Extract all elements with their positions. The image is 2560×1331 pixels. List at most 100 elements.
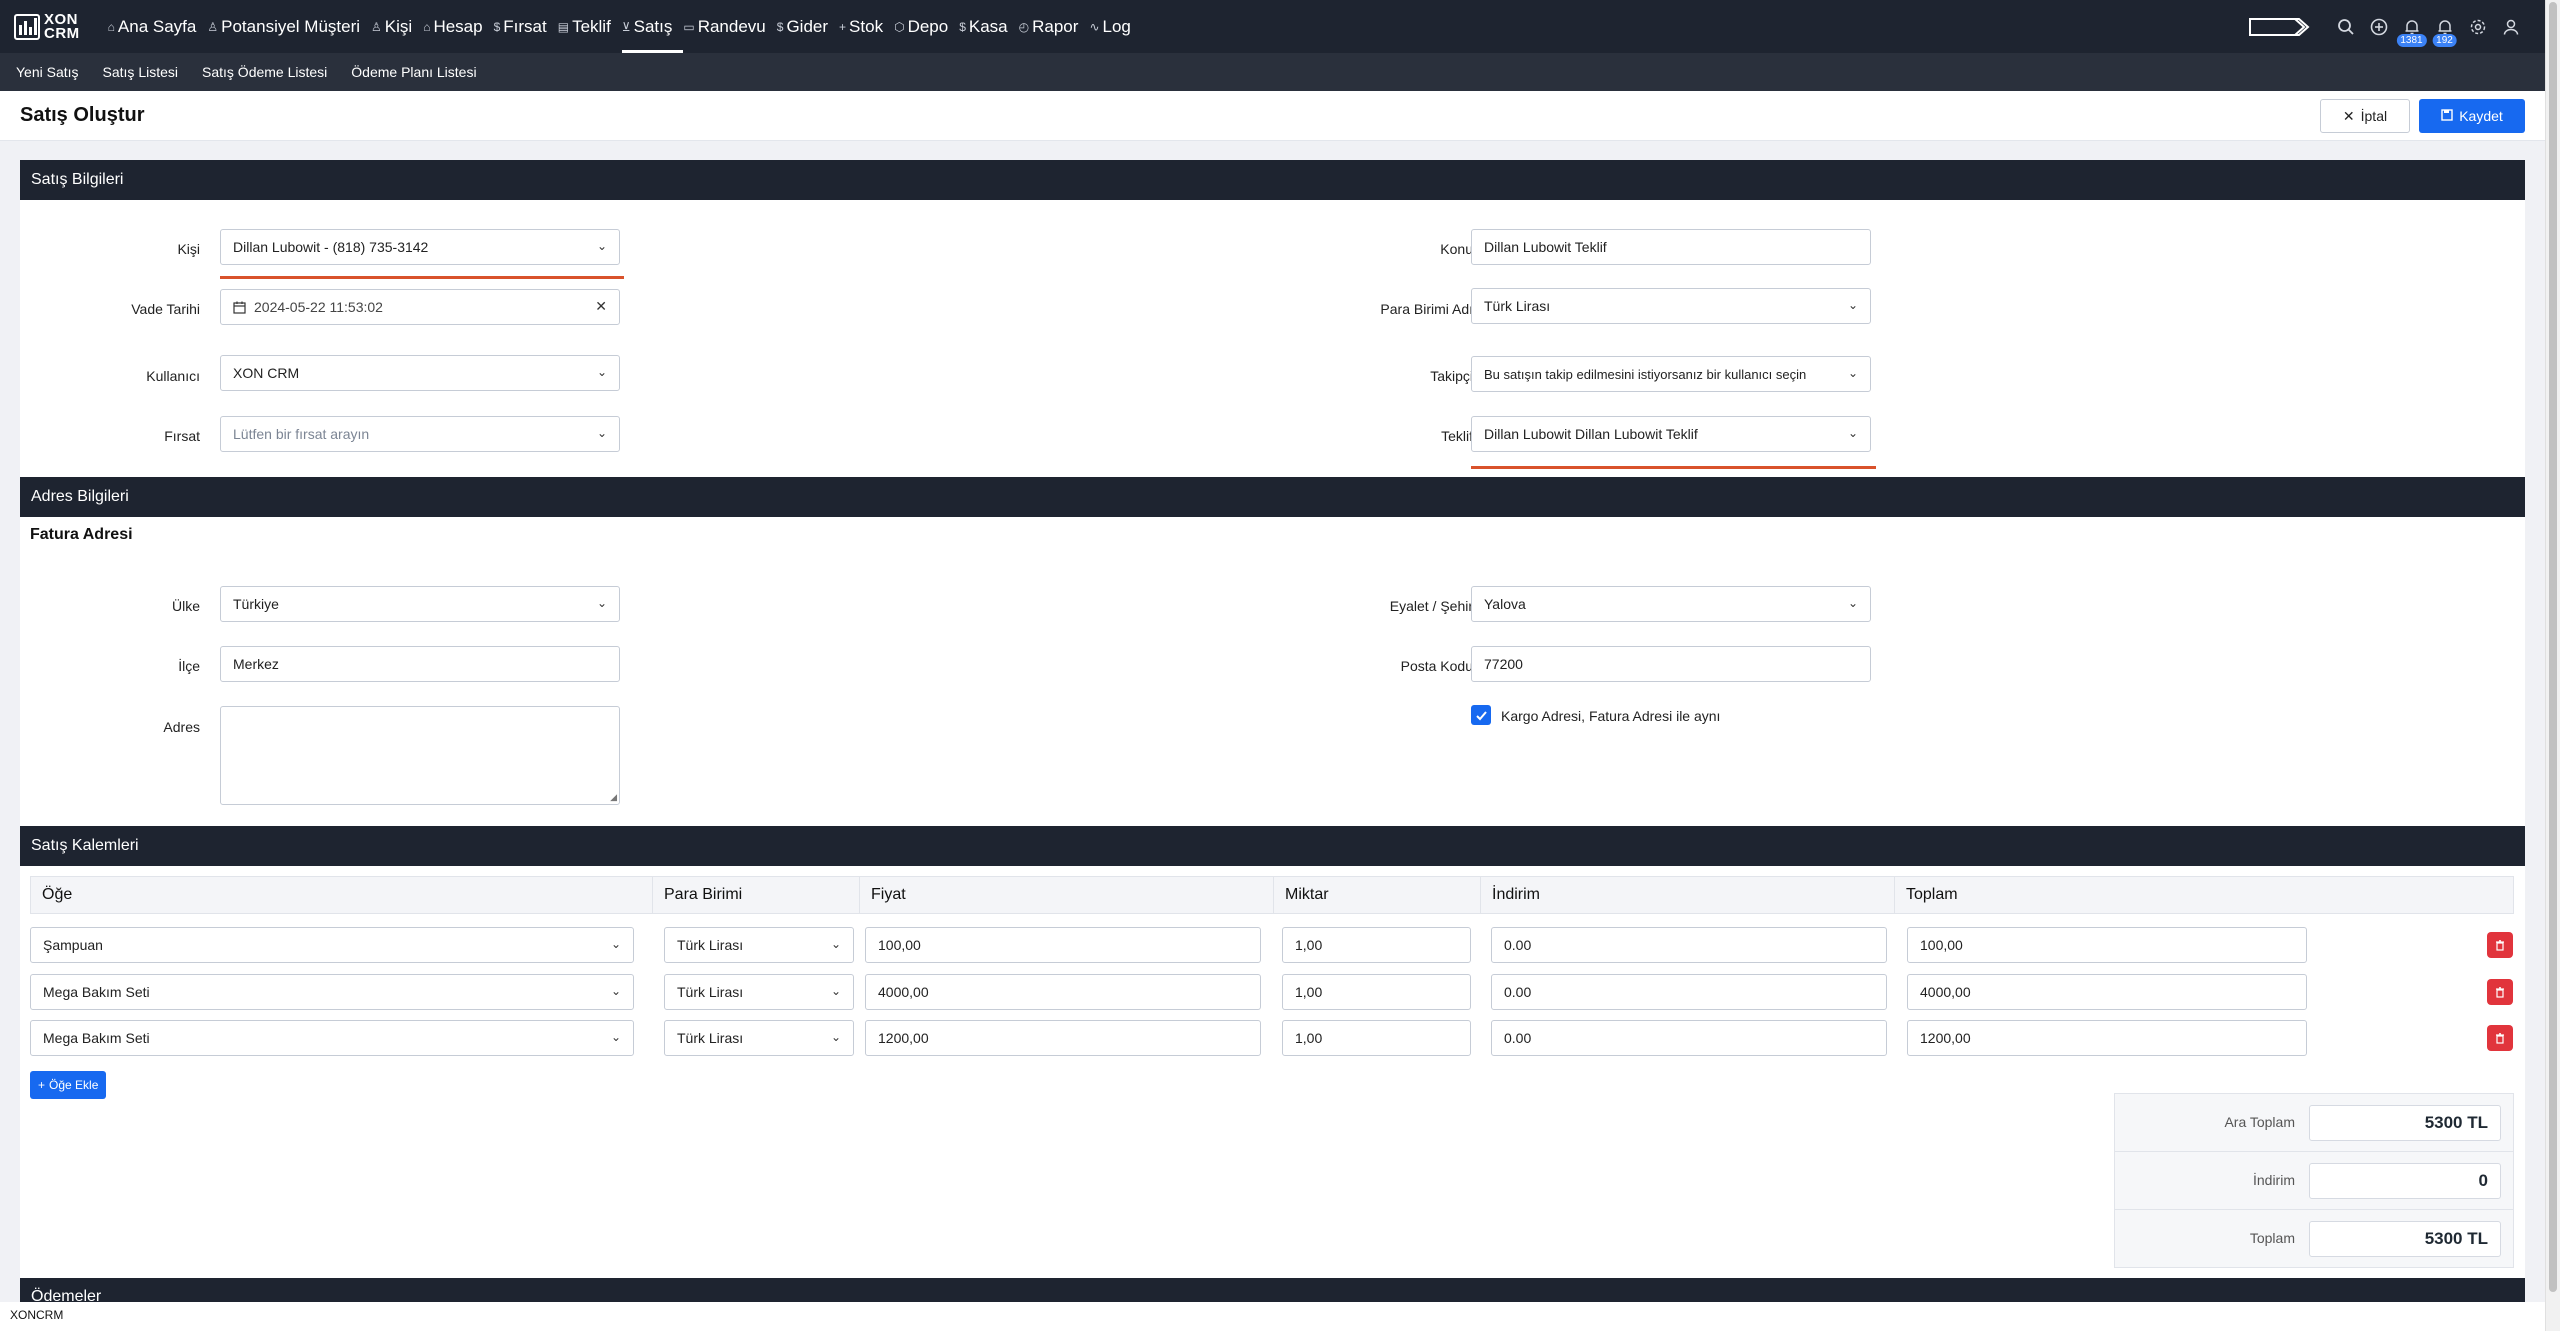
nav-item-opportunity[interactable]: $ Fırsat	[494, 0, 558, 53]
subnav-sale-payment-list[interactable]: Satış Ödeme Listesi	[202, 64, 327, 80]
nav-item-home[interactable]: ⌂ Ana Sayfa	[108, 0, 208, 53]
quantity-input[interactable]: 1,00	[1282, 927, 1471, 963]
price-input-value: 4000,00	[878, 984, 929, 1000]
add-item-button[interactable]: + Öğe Ekle	[30, 1071, 107, 1099]
quantity-input-value: 1,00	[1295, 984, 1323, 1000]
user-profile-icon[interactable]	[2494, 12, 2527, 42]
totals-box: Ara Toplam 5300 TL İndirim 0 Toplam 5300…	[2114, 1093, 2514, 1268]
nav-item-log[interactable]: ∿ Log	[1089, 0, 1141, 53]
nav-item-label: Teklif	[572, 16, 611, 36]
total-input[interactable]: 1200,00	[1907, 1020, 2307, 1056]
item-select[interactable]: Mega Bakım Seti ⌄	[30, 974, 634, 1010]
nav-item-appointment[interactable]: ▭ Randevu	[683, 0, 776, 53]
subtotal-label: Ara Toplam	[2224, 1114, 2295, 1130]
subnav-new-sale[interactable]: Yeni Satış	[16, 64, 79, 80]
nav-item-expense[interactable]: $ Gider	[777, 0, 839, 53]
delete-row-button[interactable]	[2487, 932, 2513, 958]
discount-input[interactable]: 0.00	[1491, 974, 1887, 1010]
quantity-input[interactable]: 1,00	[1282, 974, 1471, 1010]
page-scrollbar[interactable]	[2545, 0, 2560, 1331]
discount-input[interactable]: 0.00	[1491, 1020, 1887, 1056]
vade-date-field[interactable]: 2024-05-22 11:53:02 ✕	[220, 289, 620, 325]
adres-textarea[interactable]: ◢	[220, 706, 620, 805]
subnav-sale-list[interactable]: Satış Listesi	[103, 64, 178, 80]
total-input[interactable]: 100,00	[1907, 927, 2307, 963]
discount-input[interactable]: 0.00	[1491, 927, 1887, 963]
log-icon: ∿	[1089, 19, 1100, 34]
kisi-select-value: Dillan Lubowit - (818) 735-3142	[233, 239, 429, 255]
kargo-same-checkbox[interactable]	[1471, 705, 1491, 725]
opportunity-icon: $	[493, 19, 501, 34]
kisi-select[interactable]: Dillan Lubowit - (818) 735-3142 ⌄	[220, 229, 620, 265]
col-header-currency: Para Birimi	[653, 877, 860, 913]
save-button[interactable]: Kaydet	[2419, 99, 2525, 133]
add-circle-icon[interactable]	[2362, 12, 2395, 42]
chevron-down-icon: ⌄	[596, 239, 607, 253]
vade-label: Vade Tarihi	[131, 301, 200, 317]
ulke-select[interactable]: Türkiye ⌄	[220, 586, 620, 622]
currency-select[interactable]: Türk Lirası ⌄	[664, 974, 854, 1010]
teklif-select[interactable]: Dillan Lubowit Dillan Lubowit Teklif ⌄	[1471, 416, 1871, 452]
posta-kodu-input[interactable]: 77200	[1471, 646, 1871, 682]
discount-input-value: 0.00	[1504, 984, 1532, 1000]
kargo-same-label[interactable]: Kargo Adresi, Fatura Adresi ile aynı	[1501, 708, 1720, 724]
nav-item-report[interactable]: ◴ Rapor	[1019, 0, 1090, 53]
nav-item-warehouse[interactable]: ⬡ Depo	[894, 0, 959, 53]
section-header-sales-info: Satış Bilgileri	[20, 160, 2525, 200]
firsat-select[interactable]: Lütfen bir fırsat arayın ⌄	[220, 416, 620, 452]
resize-handle-icon[interactable]: ◢	[610, 792, 617, 803]
nav-item-cashbox[interactable]: $ Kasa	[959, 0, 1018, 53]
delete-row-button[interactable]	[2487, 979, 2513, 1005]
settings-gear-icon[interactable]	[2461, 12, 2494, 42]
nav-item-sale[interactable]: ⊻ Satış	[621, 0, 684, 53]
notification-bell-icon[interactable]: 1381	[2395, 12, 2428, 47]
chevron-down-icon: ⌄	[1847, 426, 1858, 440]
kullanici-label: Kullanıcı	[146, 368, 200, 384]
section-header-items: Satış Kalemleri	[20, 826, 2525, 866]
konu-input[interactable]: Dillan Lubowit Teklif	[1471, 229, 1871, 265]
nav-item-person[interactable]: ♙ Kişi	[371, 0, 423, 53]
clear-date-icon[interactable]: ✕	[595, 298, 607, 315]
para-birimi-value: Türk Lirası	[1484, 298, 1551, 314]
eyalet-select[interactable]: Yalova ⌄	[1471, 586, 1871, 622]
discount-input-value: 0.00	[1504, 1030, 1532, 1046]
price-input[interactable]: 100,00	[865, 927, 1261, 963]
cancel-button[interactable]: ✕ İptal	[2320, 99, 2410, 133]
nav-item-label: Ana Sayfa	[117, 16, 197, 36]
scrollbar-thumb[interactable]	[2549, 2, 2557, 1292]
currency-select[interactable]: Türk Lirası ⌄	[664, 1020, 854, 1056]
ilce-input[interactable]: Merkez	[220, 646, 620, 682]
chevron-down-icon: ⌄	[610, 984, 621, 998]
nav-item-quote[interactable]: ▤ Teklif	[558, 0, 622, 53]
para-birimi-select[interactable]: Türk Lirası ⌄	[1471, 288, 1871, 324]
nav-item-stock[interactable]: + Stok	[839, 0, 894, 53]
col-header-total: Toplam	[1906, 886, 1958, 903]
nav-item-lead[interactable]: ♙ Potansiyel Müşteri	[207, 0, 371, 53]
app-logo[interactable]: XON CRM	[14, 12, 80, 41]
price-input[interactable]: 4000,00	[865, 974, 1261, 1010]
chevron-down-icon: ⌄	[596, 365, 607, 379]
col-header-quantity: Miktar	[1274, 877, 1481, 913]
discount-row: İndirim 0	[2115, 1152, 2513, 1210]
adres-label: Adres	[163, 719, 200, 735]
alert-bell-icon[interactable]: 192	[2428, 12, 2461, 47]
takipci-select-value: Bu satışın takip edilmesini istiyorsanız…	[1484, 366, 1807, 382]
takipci-select[interactable]: Bu satışın takip edilmesini istiyorsanız…	[1471, 356, 1871, 392]
subnav-payment-plan-list[interactable]: Ödeme Planı Listesi	[351, 64, 476, 80]
item-select[interactable]: Mega Bakım Seti ⌄	[30, 1020, 634, 1056]
item-select[interactable]: Şampuan ⌄	[30, 927, 634, 963]
kullanici-select[interactable]: XON CRM ⌄	[220, 355, 620, 391]
firsat-select-placeholder: Lütfen bir fırsat arayın	[233, 426, 370, 442]
nav-item-account[interactable]: ⌂ Hesap	[423, 0, 493, 53]
expense-icon: $	[776, 19, 784, 34]
search-icon[interactable]	[2329, 12, 2362, 42]
currency-select[interactable]: Türk Lirası ⌄	[664, 927, 854, 963]
total-input[interactable]: 4000,00	[1907, 974, 2307, 1010]
ulke-select-value: Türkiye	[233, 596, 279, 612]
price-input[interactable]: 1200,00	[865, 1020, 1261, 1056]
delete-row-button[interactable]	[2487, 1025, 2513, 1051]
discount-value[interactable]: 0	[2309, 1163, 2501, 1199]
arrow-tag-icon[interactable]	[2249, 16, 2311, 38]
quantity-input[interactable]: 1,00	[1282, 1020, 1471, 1056]
ilce-input-value: Merkez	[233, 656, 279, 672]
